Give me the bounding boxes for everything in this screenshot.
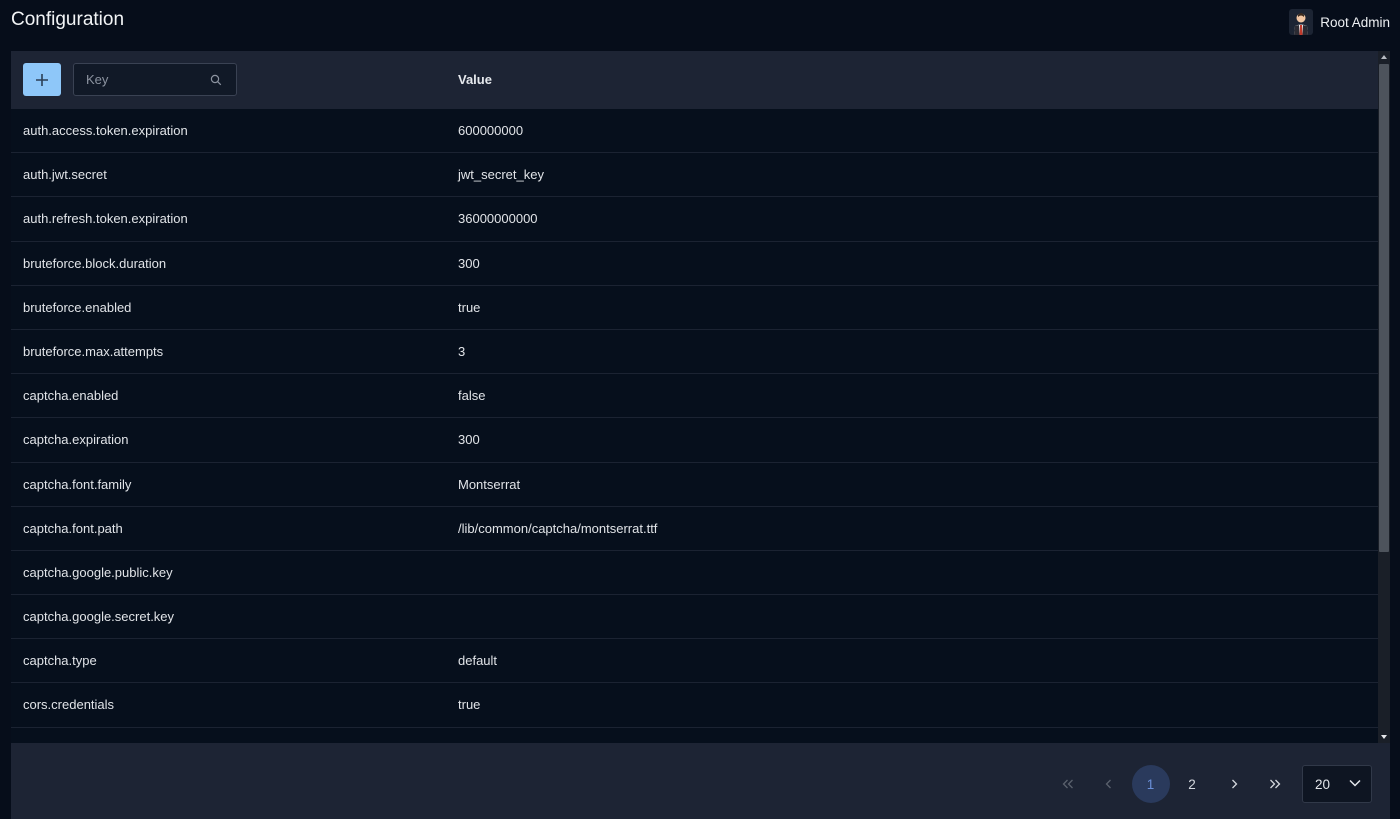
- row-value: 36000000000: [458, 211, 538, 227]
- table-row[interactable]: captcha.type default: [11, 639, 1378, 684]
- row-key: auth.access.token.expiration: [23, 123, 188, 138]
- config-table: Value auth.access.token.expiration 60000…: [11, 51, 1390, 743]
- pagination: 1 2 20: [1045, 764, 1390, 804]
- table-row[interactable]: captcha.enabled false: [11, 374, 1378, 419]
- row-value: false: [458, 388, 486, 404]
- table-row[interactable]: captcha.expiration 300: [11, 418, 1378, 463]
- row-key: bruteforce.max.attempts: [23, 343, 164, 359]
- vertical-scrollbar[interactable]: [1378, 51, 1390, 743]
- row-value: /lib/common/captcha/montserrat.ttf: [458, 520, 658, 536]
- row-value: 300: [458, 255, 480, 271]
- row-value: jwt_secret_key: [458, 167, 544, 183]
- row-key: captcha.font.path: [23, 520, 123, 536]
- chevron-down-icon: [1349, 779, 1361, 787]
- row-key: captcha.expiration: [23, 432, 129, 448]
- row-value: 300: [458, 432, 480, 448]
- page-size-select[interactable]: 20: [1302, 765, 1372, 803]
- row-key: captcha.type: [23, 653, 97, 669]
- search-icon[interactable]: [210, 74, 222, 86]
- prev-page-button[interactable]: [1090, 765, 1128, 803]
- row-value: 3: [458, 343, 466, 359]
- table-row[interactable]: captcha.google.public.key: [11, 551, 1378, 596]
- table-row[interactable]: auth.refresh.token.expiration 3600000000…: [11, 197, 1378, 242]
- table-row[interactable]: auth.jwt.secret jwt_secret_key: [11, 153, 1378, 198]
- key-search-box: [73, 63, 237, 96]
- row-key: captcha.font.family: [23, 476, 132, 492]
- scrollbar-thumb[interactable]: [1379, 64, 1389, 552]
- add-config-button[interactable]: [23, 63, 61, 96]
- table-row[interactable]: cors.credentials true: [11, 683, 1378, 728]
- table-row[interactable]: bruteforce.enabled true: [11, 286, 1378, 330]
- table-row[interactable]: captcha.google.secret.key: [11, 595, 1378, 640]
- row-value: 600000000: [458, 123, 524, 138]
- page-size-value: 20: [1315, 777, 1331, 792]
- scroll-down-arrow-icon[interactable]: [1378, 731, 1390, 743]
- page-button-2[interactable]: 2: [1173, 765, 1211, 803]
- top-bar: Configuration Root Admin: [0, 0, 1400, 44]
- avatar: [1289, 9, 1314, 35]
- table-row[interactable]: bruteforce.block.duration 300: [11, 242, 1378, 286]
- double-chevron-right-icon: [1270, 779, 1281, 789]
- row-key: captcha.google.secret.key: [23, 609, 175, 625]
- user-menu[interactable]: Root Admin: [1289, 8, 1390, 36]
- row-key: cors.credentials: [23, 697, 115, 713]
- next-page-button[interactable]: [1215, 765, 1253, 803]
- last-page-button[interactable]: [1256, 765, 1294, 803]
- user-name: Root Admin: [1320, 14, 1390, 30]
- value-column-header[interactable]: Value: [458, 72, 492, 87]
- chevron-left-icon: [1105, 779, 1111, 789]
- plus-icon: [36, 73, 48, 86]
- table-row[interactable]: captcha.font.path /lib/common/captcha/mo…: [11, 507, 1378, 551]
- double-chevron-left-icon: [1062, 779, 1073, 789]
- row-key: bruteforce.enabled: [23, 299, 132, 315]
- scroll-up-arrow-icon[interactable]: [1378, 51, 1390, 63]
- row-key: auth.refresh.token.expiration: [23, 211, 188, 227]
- chevron-right-icon: [1231, 779, 1237, 789]
- table-footer: 1 2 20: [11, 743, 1390, 819]
- row-value: true: [458, 299, 481, 315]
- row-key: bruteforce.block.duration: [23, 255, 167, 271]
- table-row[interactable]: bruteforce.max.attempts 3: [11, 330, 1378, 375]
- row-value: Montserrat: [458, 476, 521, 492]
- table-header: Value: [11, 51, 1378, 109]
- row-value: default: [458, 653, 498, 669]
- row-key: captcha.enabled: [23, 388, 119, 404]
- table-row[interactable]: captcha.font.family Montserrat: [11, 463, 1378, 507]
- table-body: auth.access.token.expiration 600000000 a…: [11, 109, 1378, 728]
- row-key: captcha.google.public.key: [23, 564, 173, 580]
- page-title: Configuration: [11, 9, 125, 30]
- row-key: auth.jwt.secret: [23, 167, 107, 183]
- page-button-1[interactable]: 1: [1131, 765, 1170, 803]
- table-row[interactable]: auth.access.token.expiration 600000000: [11, 109, 1378, 154]
- row-value: true: [458, 697, 481, 713]
- first-page-button[interactable]: [1049, 765, 1087, 803]
